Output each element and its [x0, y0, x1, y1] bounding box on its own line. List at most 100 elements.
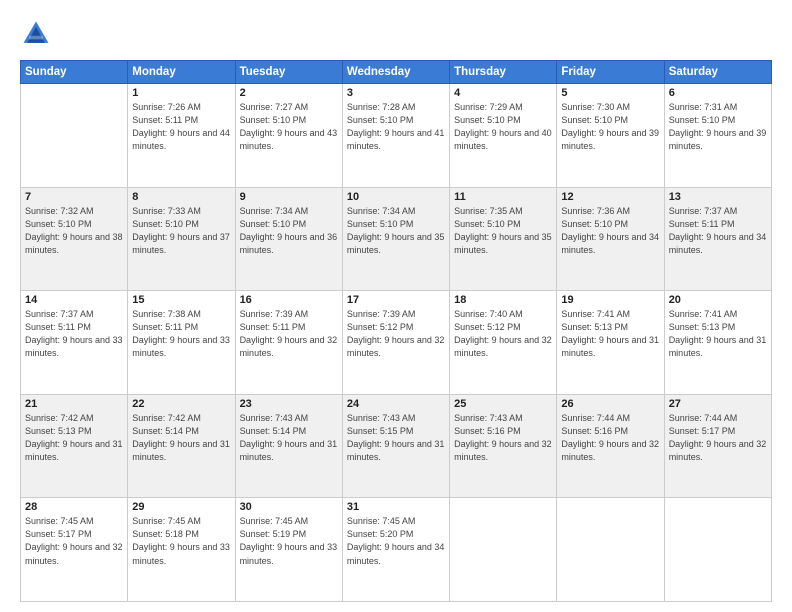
cell-text: Sunrise: 7:42 AM Sunset: 5:13 PM Dayligh… — [25, 412, 123, 464]
calendar-cell — [21, 84, 128, 188]
day-number: 27 — [669, 398, 767, 410]
calendar-cell: 12Sunrise: 7:36 AM Sunset: 5:10 PM Dayli… — [557, 187, 664, 291]
day-number: 3 — [347, 87, 445, 99]
cell-text: Sunrise: 7:40 AM Sunset: 5:12 PM Dayligh… — [454, 308, 552, 360]
calendar-week-3: 14Sunrise: 7:37 AM Sunset: 5:11 PM Dayli… — [21, 291, 772, 395]
cell-text: Sunrise: 7:38 AM Sunset: 5:11 PM Dayligh… — [132, 308, 230, 360]
day-number: 15 — [132, 294, 230, 306]
cell-text: Sunrise: 7:39 AM Sunset: 5:12 PM Dayligh… — [347, 308, 445, 360]
day-number: 1 — [132, 87, 230, 99]
calendar-week-5: 28 Sunrise: 7:45 AM Sunset: 5:17 PM Dayli… — [21, 498, 772, 602]
calendar-cell: 24 Sunrise: 7:43 AM Sunset: 5:15 PM Dayli… — [342, 394, 449, 498]
calendar-cell: 14Sunrise: 7:37 AM Sunset: 5:11 PM Dayli… — [21, 291, 128, 395]
weekday-header-friday: Friday — [557, 61, 664, 84]
calendar-cell: 29Sunrise: 7:45 AM Sunset: 5:18 PM Dayli… — [128, 498, 235, 602]
calendar-cell: 31Sunrise: 7:45 AM Sunset: 5:20 PM Dayli… — [342, 498, 449, 602]
calendar-cell: 4 Sunrise: 7:29 AM Sunset: 5:10 PM Daylig… — [450, 84, 557, 188]
calendar-cell: 7Sunrise: 7:32 AM Sunset: 5:10 PM Daylig… — [21, 187, 128, 291]
calendar-cell: 9 Sunrise: 7:34 AM Sunset: 5:10 PM Daylig… — [235, 187, 342, 291]
calendar-body: 1 Sunrise: 7:26 AM Sunset: 5:11 PM Daylig… — [21, 84, 772, 602]
calendar-cell: 16 Sunrise: 7:39 AM Sunset: 5:11 PM Dayli… — [235, 291, 342, 395]
cell-text: Sunrise: 7:33 AM Sunset: 5:10 PM Dayligh… — [132, 205, 230, 257]
day-number: 16 — [240, 294, 338, 306]
day-number: 10 — [347, 191, 445, 203]
cell-text: Sunrise: 7:43 AM Sunset: 5:14 PM Dayligh… — [240, 412, 338, 464]
weekday-header-thursday: Thursday — [450, 61, 557, 84]
page: SundayMondayTuesdayWednesdayThursdayFrid… — [0, 0, 792, 612]
logo-icon — [20, 18, 52, 50]
cell-text: Sunrise: 7:34 AM Sunset: 5:10 PM Dayligh… — [347, 205, 445, 257]
calendar-cell: 28 Sunrise: 7:45 AM Sunset: 5:17 PM Dayli… — [21, 498, 128, 602]
cell-text: Sunrise: 7:28 AM Sunset: 5:10 PM Dayligh… — [347, 101, 445, 153]
calendar-cell: 18 Sunrise: 7:40 AM Sunset: 5:12 PM Dayli… — [450, 291, 557, 395]
calendar-cell: 11 Sunrise: 7:35 AM Sunset: 5:10 PM Dayli… — [450, 187, 557, 291]
calendar-cell: 2Sunrise: 7:27 AM Sunset: 5:10 PM Daylig… — [235, 84, 342, 188]
cell-text: Sunrise: 7:42 AM Sunset: 5:14 PM Dayligh… — [132, 412, 230, 464]
calendar: SundayMondayTuesdayWednesdayThursdayFrid… — [20, 60, 772, 602]
cell-text: Sunrise: 7:37 AM Sunset: 5:11 PM Dayligh… — [669, 205, 767, 257]
calendar-cell: 25 Sunrise: 7:43 AM Sunset: 5:16 PM Dayli… — [450, 394, 557, 498]
cell-text: Sunrise: 7:45 AM Sunset: 5:19 PM Dayligh… — [240, 515, 338, 567]
calendar-cell: 5 Sunrise: 7:30 AM Sunset: 5:10 PM Daylig… — [557, 84, 664, 188]
cell-text: Sunrise: 7:43 AM Sunset: 5:16 PM Dayligh… — [454, 412, 552, 464]
day-number: 8 — [132, 191, 230, 203]
calendar-cell — [557, 498, 664, 602]
day-number: 21 — [25, 398, 123, 410]
day-number: 24 — [347, 398, 445, 410]
cell-text: Sunrise: 7:39 AM Sunset: 5:11 PM Dayligh… — [240, 308, 338, 360]
day-number: 31 — [347, 501, 445, 513]
day-number: 11 — [454, 191, 552, 203]
cell-text: Sunrise: 7:30 AM Sunset: 5:10 PM Dayligh… — [561, 101, 659, 153]
calendar-cell: 19 Sunrise: 7:41 AM Sunset: 5:13 PM Dayli… — [557, 291, 664, 395]
day-number: 19 — [561, 294, 659, 306]
cell-text: Sunrise: 7:41 AM Sunset: 5:13 PM Dayligh… — [561, 308, 659, 360]
day-number: 13 — [669, 191, 767, 203]
calendar-cell: 6 Sunrise: 7:31 AM Sunset: 5:10 PM Daylig… — [664, 84, 771, 188]
weekday-header-sunday: Sunday — [21, 61, 128, 84]
weekday-header-wednesday: Wednesday — [342, 61, 449, 84]
cell-text: Sunrise: 7:34 AM Sunset: 5:10 PM Dayligh… — [240, 205, 338, 257]
day-number: 28 — [25, 501, 123, 513]
day-number: 5 — [561, 87, 659, 99]
calendar-cell: 26 Sunrise: 7:44 AM Sunset: 5:16 PM Dayli… — [557, 394, 664, 498]
cell-text: Sunrise: 7:41 AM Sunset: 5:13 PM Dayligh… — [669, 308, 767, 360]
calendar-cell: 17 Sunrise: 7:39 AM Sunset: 5:12 PM Dayli… — [342, 291, 449, 395]
logo — [20, 18, 56, 50]
cell-text: Sunrise: 7:27 AM Sunset: 5:10 PM Dayligh… — [240, 101, 338, 153]
day-number: 18 — [454, 294, 552, 306]
day-number: 30 — [240, 501, 338, 513]
calendar-cell: 1 Sunrise: 7:26 AM Sunset: 5:11 PM Daylig… — [128, 84, 235, 188]
cell-text: Sunrise: 7:44 AM Sunset: 5:16 PM Dayligh… — [561, 412, 659, 464]
day-number: 25 — [454, 398, 552, 410]
calendar-cell: 21 Sunrise: 7:42 AM Sunset: 5:13 PM Dayli… — [21, 394, 128, 498]
cell-text: Sunrise: 7:31 AM Sunset: 5:10 PM Dayligh… — [669, 101, 767, 153]
day-number: 9 — [240, 191, 338, 203]
cell-text: Sunrise: 7:29 AM Sunset: 5:10 PM Dayligh… — [454, 101, 552, 153]
calendar-cell: 20 Sunrise: 7:41 AM Sunset: 5:13 PM Dayli… — [664, 291, 771, 395]
calendar-week-1: 1 Sunrise: 7:26 AM Sunset: 5:11 PM Daylig… — [21, 84, 772, 188]
calendar-header: SundayMondayTuesdayWednesdayThursdayFrid… — [21, 61, 772, 84]
day-number: 12 — [561, 191, 659, 203]
day-number: 29 — [132, 501, 230, 513]
cell-text: Sunrise: 7:32 AM Sunset: 5:10 PM Dayligh… — [25, 205, 123, 257]
cell-text: Sunrise: 7:26 AM Sunset: 5:11 PM Dayligh… — [132, 101, 230, 153]
calendar-cell: 15 Sunrise: 7:38 AM Sunset: 5:11 PM Dayli… — [128, 291, 235, 395]
day-number: 20 — [669, 294, 767, 306]
cell-text: Sunrise: 7:45 AM Sunset: 5:17 PM Dayligh… — [25, 515, 123, 567]
day-number: 22 — [132, 398, 230, 410]
cell-text: Sunrise: 7:35 AM Sunset: 5:10 PM Dayligh… — [454, 205, 552, 257]
calendar-cell: 13 Sunrise: 7:37 AM Sunset: 5:11 PM Dayli… — [664, 187, 771, 291]
header — [20, 18, 772, 50]
cell-text: Sunrise: 7:43 AM Sunset: 5:15 PM Dayligh… — [347, 412, 445, 464]
weekday-header-saturday: Saturday — [664, 61, 771, 84]
weekday-header-tuesday: Tuesday — [235, 61, 342, 84]
day-number: 26 — [561, 398, 659, 410]
weekday-header-monday: Monday — [128, 61, 235, 84]
calendar-cell: 10 Sunrise: 7:34 AM Sunset: 5:10 PM Dayli… — [342, 187, 449, 291]
day-number: 4 — [454, 87, 552, 99]
calendar-cell — [450, 498, 557, 602]
weekday-row: SundayMondayTuesdayWednesdayThursdayFrid… — [21, 61, 772, 84]
calendar-cell: 27Sunrise: 7:44 AM Sunset: 5:17 PM Dayli… — [664, 394, 771, 498]
day-number: 6 — [669, 87, 767, 99]
day-number: 17 — [347, 294, 445, 306]
